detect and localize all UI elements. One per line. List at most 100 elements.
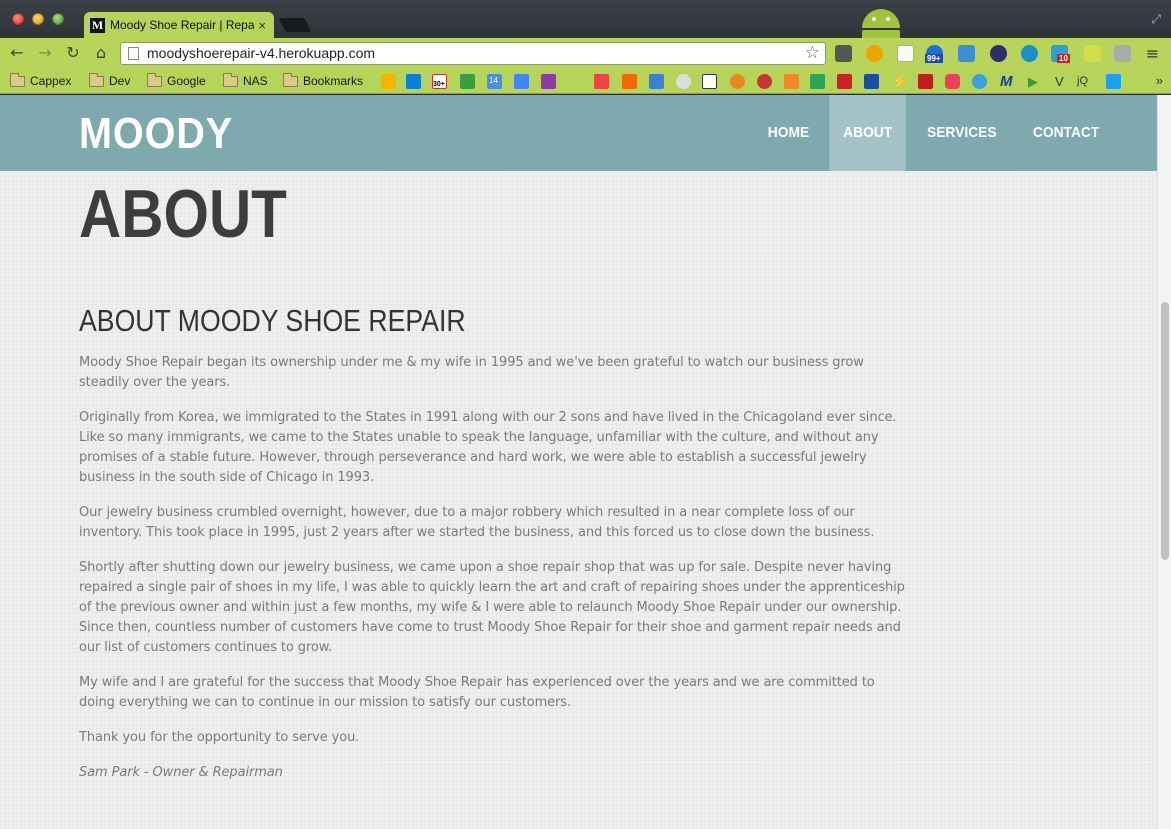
hacker-news-bookmark-icon[interactable] xyxy=(622,74,637,89)
v-bookmark-icon[interactable]: V xyxy=(1055,74,1070,89)
owner-signature: Sam Park - Owner & Repairman xyxy=(79,765,283,780)
web-developer-icon[interactable] xyxy=(1021,45,1038,62)
notifications-extension-icon[interactable]: 99+ xyxy=(925,45,943,63)
main-nav: HOME ABOUT SERVICES CONTACT xyxy=(751,95,1117,171)
browser-toolbar: ← → ↻ ⌂ moodyshoerepair-v4.herokuapp.com… xyxy=(0,38,1171,69)
forward-arrow-icon[interactable]: → xyxy=(34,43,56,63)
nav-services[interactable]: SERVICES xyxy=(914,95,1011,171)
bookmark-folder-nas[interactable]: NAS xyxy=(223,72,268,89)
jquery-bookmark[interactable]: jQ xyxy=(1077,73,1088,89)
apple-bookmark-icon[interactable] xyxy=(568,74,583,89)
puzzle-extension-icon[interactable] xyxy=(866,45,883,62)
about-paragraph: Originally from Korea, we immigrated to … xyxy=(79,410,897,485)
menu-icon[interactable]: ≡ xyxy=(1144,45,1161,62)
about-paragraph: Shortly after shutting down our jewelry … xyxy=(79,560,905,655)
news-bookmark-icon[interactable] xyxy=(594,74,609,89)
folder-icon xyxy=(283,72,298,87)
notifications-badge: 99+ xyxy=(925,54,943,63)
bookmark-label: Dev xyxy=(109,74,131,88)
bookmark-label: NAS xyxy=(243,74,268,88)
nav-contact[interactable]: CONTACT xyxy=(1019,95,1113,171)
jsonview-extension-icon[interactable] xyxy=(1084,45,1101,62)
about-section: ABOUT MOODY SHOE REPAIR Moody Shoe Repai… xyxy=(79,303,911,798)
photos-bookmark-icon[interactable] xyxy=(676,74,691,89)
quora-bookmark-icon[interactable] xyxy=(541,74,556,89)
tab-title: Moody Shoe Repair | Repair xyxy=(110,18,255,32)
s-bookmark-icon[interactable] xyxy=(649,74,664,89)
n-bookmark-icon[interactable] xyxy=(702,74,717,89)
bookmark-folder-google[interactable]: Google xyxy=(147,72,206,89)
bookmark-label: Cappex xyxy=(30,74,72,88)
tasks-extension-icon[interactable]: 10 xyxy=(1051,45,1070,63)
stripe-bookmark-icon[interactable] xyxy=(837,74,852,89)
screen-capture-icon[interactable] xyxy=(958,45,975,62)
tab-close-icon[interactable]: × xyxy=(258,18,266,33)
page-scrollbar[interactable] xyxy=(1157,95,1171,829)
target-bookmark-icon[interactable] xyxy=(757,74,772,89)
cloud-bookmark-icon[interactable] xyxy=(972,74,987,89)
tasks-badge: 10 xyxy=(1057,54,1070,63)
pocket-icon[interactable] xyxy=(835,45,852,62)
m-bookmark-icon[interactable]: M xyxy=(1000,74,1015,89)
bookmark-label: Bookmarks xyxy=(303,74,364,88)
section-title: ABOUT MOODY SHOE REPAIR xyxy=(79,303,466,338)
window-titlebar: M Moody Shoe Repair | Repair × ⤢ xyxy=(0,0,1171,40)
new-tab-button[interactable] xyxy=(278,18,312,32)
reload-icon[interactable]: ↻ xyxy=(62,43,84,63)
page-ruler-icon[interactable] xyxy=(1114,45,1131,62)
site-logo[interactable]: MOODY xyxy=(79,109,233,159)
pocket-bookmark-icon[interactable] xyxy=(945,74,960,89)
about-paragraph: Thank you for the opportunity to serve y… xyxy=(79,730,360,745)
site-favicon-icon: M xyxy=(90,17,105,33)
gmail-bookmark-icon[interactable]: 30+ xyxy=(432,74,447,89)
lastpass-bookmark-icon[interactable] xyxy=(918,74,933,89)
fullscreen-icon[interactable]: ⤢ xyxy=(1151,12,1161,27)
play-bookmark-icon[interactable]: ▶ xyxy=(1028,74,1043,89)
google-bookmark-icon[interactable] xyxy=(514,74,529,89)
analytics-bookmark-icon[interactable] xyxy=(784,74,799,89)
orange-bookmark-icon[interactable] xyxy=(730,74,745,89)
page-viewport: MOODY HOME ABOUT SERVICES CONTACT ABOUT … xyxy=(0,95,1171,829)
bookmark-folder-cappex[interactable]: Cappex xyxy=(10,72,72,89)
bookmarks-bar: Cappex Dev Google NAS Bookmarks 30+ 14 ⚡… xyxy=(0,69,1171,94)
keep-bookmark-icon[interactable] xyxy=(381,74,396,89)
about-paragraph: Our jewelry business crumbled overnight,… xyxy=(79,505,875,540)
minimize-window-button[interactable] xyxy=(32,13,44,25)
trello-bookmark-icon[interactable] xyxy=(406,74,421,89)
bookmark-label: Google xyxy=(167,74,206,88)
calendar-date: 14 xyxy=(489,76,498,85)
home-icon[interactable]: ⌂ xyxy=(90,43,112,63)
twitter-bookmark-icon[interactable] xyxy=(1106,74,1121,89)
zoom-window-button[interactable] xyxy=(52,13,64,25)
gmail-count: 30+ xyxy=(433,81,445,88)
lightning-bookmark-icon[interactable]: ⚡ xyxy=(891,74,908,89)
folder-icon xyxy=(89,72,104,87)
folder-icon xyxy=(10,72,25,87)
nav-home[interactable]: HOME xyxy=(754,95,823,171)
back-arrow-icon[interactable]: ← xyxy=(6,43,28,63)
site-header: MOODY HOME ABOUT SERVICES CONTACT xyxy=(0,95,1157,171)
address-bar[interactable]: moodyshoerepair-v4.herokuapp.com ☆ xyxy=(120,42,826,65)
evernote-bookmark-icon[interactable] xyxy=(460,74,475,89)
bookmark-star-icon[interactable]: ☆ xyxy=(805,43,820,63)
jquery-label: jQ xyxy=(1077,75,1088,87)
folder-icon xyxy=(147,72,162,87)
page-icon xyxy=(128,47,139,60)
more-bookmarks-chevron-icon[interactable]: » xyxy=(1156,73,1163,88)
android-theme-icon xyxy=(858,3,904,40)
about-paragraph: My wife and I are grateful for the succe… xyxy=(79,675,875,710)
scrollbar-thumb[interactable] xyxy=(1161,302,1169,560)
page-title: ABOUT xyxy=(79,176,287,252)
drive-bookmark-icon[interactable] xyxy=(810,74,825,89)
wd-bookmark-icon[interactable] xyxy=(864,74,879,89)
speed-dial-icon[interactable] xyxy=(990,45,1007,62)
bookmark-folder-dev[interactable]: Dev xyxy=(89,72,131,89)
folder-icon xyxy=(223,72,238,87)
code-extension-icon[interactable] xyxy=(897,45,914,62)
calendar-bookmark-icon[interactable]: 14 xyxy=(487,74,502,89)
close-window-button[interactable] xyxy=(12,13,24,25)
nav-about[interactable]: ABOUT xyxy=(829,95,906,171)
browser-tab[interactable]: M Moody Shoe Repair | Repair × xyxy=(84,12,274,38)
bookmark-folder-bookmarks[interactable]: Bookmarks xyxy=(283,72,364,89)
address-url: moodyshoerepair-v4.herokuapp.com xyxy=(147,45,376,61)
